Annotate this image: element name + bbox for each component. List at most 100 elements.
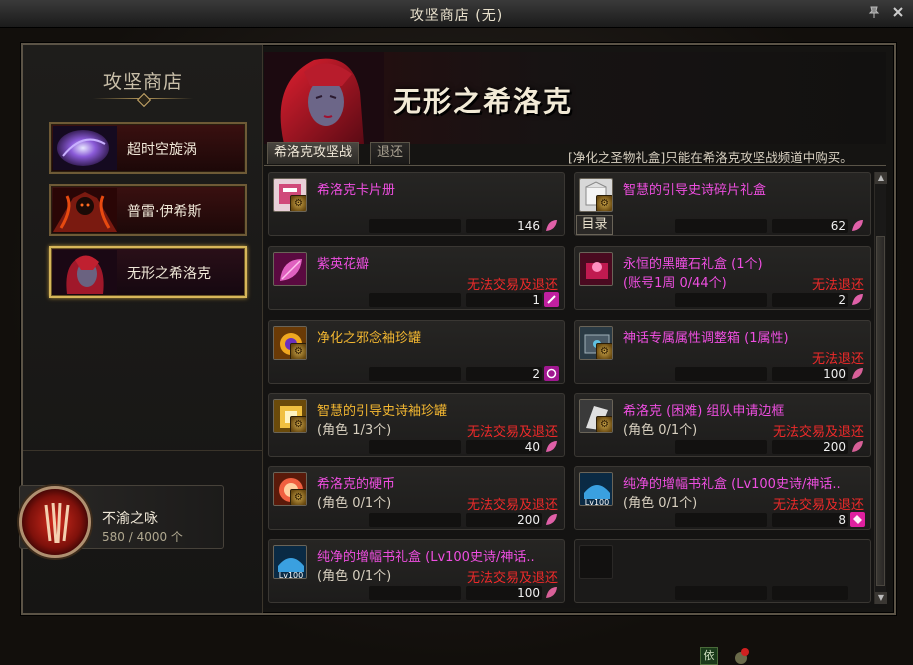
item-slot [772, 293, 848, 307]
empty-item-slot [574, 539, 871, 603]
purchase-limit: (角色 0/1个) [623, 496, 698, 511]
pin-icon[interactable] [866, 5, 882, 21]
attribute-box-icon: ⚙ [579, 326, 613, 360]
shop-item[interactable]: 紫英花瓣 无法交易及退还 1 [268, 246, 565, 310]
sidebar-title: 攻坚商店 [102, 71, 183, 93]
title-bar: 攻坚商店 (无) [0, 0, 913, 28]
pink-petal-icon [850, 292, 865, 307]
item-slot [369, 293, 461, 307]
pink-petal-icon [544, 585, 559, 600]
loot-currency-name: 不渝之咏 [102, 511, 158, 527]
chat-icon[interactable]: 依 [700, 647, 718, 665]
trade-warning: 无法交易及退还 [772, 498, 864, 513]
pink-petal-icon [544, 218, 559, 233]
trade-warning: 无法交易及退还 [466, 498, 558, 513]
shop-item[interactable]: ⚙ 净化之邪念袖珍罐 2 [268, 320, 565, 384]
item-price: 1 [532, 293, 540, 307]
boss-name: 无形之希洛克 [393, 85, 574, 118]
pink-petal-icon [850, 218, 865, 233]
npc-button-prey-isis[interactable]: 普雷·伊希斯 [49, 184, 247, 236]
npc-button-space-vortex[interactable]: 超时空旋涡 [49, 122, 247, 174]
shop-item[interactable]: ⚙ 智慧的引导史诗碎片礼盒 62 [574, 172, 871, 236]
item-slot [675, 367, 767, 381]
item-slot [369, 586, 461, 600]
shop-item[interactable]: ⚙ 希洛克的硬币 (角色 0/1个) 无法交易及退还 200 [268, 466, 565, 530]
item-name: 希洛克的硬币 [317, 477, 396, 492]
amplify-book-box-icon: Lv100 [273, 545, 307, 579]
item-slot [675, 293, 767, 307]
scroll-thumb[interactable] [876, 236, 885, 586]
item-slot [675, 440, 767, 454]
item-price: 8 [838, 513, 846, 527]
item-slot [369, 513, 461, 527]
violet-petal-icon [273, 252, 307, 286]
party-frame-icon: ⚙ [579, 399, 613, 433]
item-slot [772, 586, 848, 600]
item-price: 62 [830, 219, 846, 233]
notification-icon[interactable] [732, 647, 750, 665]
title-ornament [93, 95, 193, 103]
vortex-portrait-icon [53, 126, 117, 170]
shop-item[interactable]: Lv100 纯净的增幅书礼盒 (Lv100史诗/神话.. (角色 0/1个) 无… [268, 539, 565, 603]
item-slot [466, 367, 542, 381]
npc-label: 无形之希洛克 [127, 266, 211, 282]
item-name: 纯净的增幅书礼盒 (Lv100史诗/神话.. [317, 550, 535, 565]
tab-refund[interactable]: 退还 [370, 142, 411, 164]
bound-lock-icon: ⚙ [596, 195, 612, 211]
item-slot [369, 367, 461, 381]
item-price: 2 [532, 367, 540, 381]
divider [23, 450, 263, 451]
trade-warning: 无法交易及退还 [466, 425, 558, 440]
amplify-book-box-icon: Lv100 [579, 472, 613, 506]
npc-button-siroco[interactable]: 无形之希洛克 [49, 246, 247, 298]
shop-item[interactable]: 永恒的黑瞳石礼盒 (1个) (账号1周 0/44个) 无法退还 2 [574, 246, 871, 310]
close-icon[interactable] [890, 5, 906, 21]
shop-item[interactable]: Lv100 纯净的增幅书礼盒 (Lv100史诗/神话.. (角色 0/1个) 无… [574, 466, 871, 530]
magenta-rune-icon [850, 512, 865, 527]
scroll-up-icon[interactable]: ▲ [875, 172, 887, 184]
item-slot [675, 586, 767, 600]
claw-emblem-icon [19, 486, 91, 558]
item-list-scrollbar[interactable]: ▲ ▼ [874, 172, 887, 604]
dark-eye-stone-box-icon [579, 252, 613, 286]
npc-label: 普雷·伊希斯 [127, 204, 202, 220]
item-price: 2 [838, 293, 846, 307]
pink-petal-icon [544, 512, 559, 527]
epic-jar-icon: ⚙ [273, 399, 307, 433]
purchase-notice: [净化之圣物礼盒]只能在希洛克攻坚战频道中购买。 [568, 150, 853, 165]
item-price: 40 [524, 440, 540, 454]
level-badge: Lv100 [279, 571, 303, 579]
scroll-down-icon[interactable]: ▼ [875, 592, 887, 604]
level-badge: Lv100 [585, 498, 609, 506]
shop-item[interactable]: ⚙ 神话专属属性调整箱 (1属性) 无法退还 100 [574, 320, 871, 384]
item-slot [369, 440, 461, 454]
siroco-coin-icon: ⚙ [273, 472, 307, 506]
item-name: 净化之邪念袖珍罐 [317, 331, 422, 346]
catalog-tooltip: 目录 [576, 215, 613, 235]
trade-warning: 无法退还 [811, 278, 864, 293]
item-name: 紫英花瓣 [317, 257, 370, 272]
item-slot [772, 513, 848, 527]
purchase-limit: (角色 0/1个) [623, 423, 698, 438]
trade-warning: 无法交易及退还 [466, 571, 558, 586]
item-name: 智慧的引导史诗袖珍罐 [317, 404, 448, 419]
magenta-rune-icon [544, 292, 559, 307]
shop-item[interactable]: ⚙ 智慧的引导史诗袖珍罐 (角色 1/3个) 无法交易及退还 40 [268, 393, 565, 457]
purchase-limit: (角色 1/3个) [317, 423, 392, 438]
trade-warning: 无法交易及退还 [466, 278, 558, 293]
item-price: 100 [823, 367, 846, 381]
item-name: 希洛克 (困难) 组队申请边框 [623, 404, 785, 419]
magenta-rune-icon [544, 366, 559, 381]
bound-lock-icon: ⚙ [290, 416, 306, 432]
isis-portrait-icon [53, 188, 117, 232]
card-album-icon: ⚙ [273, 178, 307, 212]
pocket-jar-icon: ⚙ [273, 326, 307, 360]
window-title: 攻坚商店 (无) [409, 8, 504, 24]
bound-lock-icon: ⚙ [596, 343, 612, 359]
loot-currency-count: 580 / 4000 个 [102, 530, 183, 544]
shop-item[interactable]: ⚙ 希洛克卡片册 146 [268, 172, 565, 236]
bound-lock-icon: ⚙ [290, 195, 306, 211]
purchase-limit: (账号1周 0/44个) [623, 276, 727, 291]
tab-siroco-raid[interactable]: 希洛克攻坚战 [267, 142, 360, 164]
shop-item[interactable]: ⚙ 希洛克 (困难) 组队申请边框 (角色 0/1个) 无法交易及退还 200 [574, 393, 871, 457]
